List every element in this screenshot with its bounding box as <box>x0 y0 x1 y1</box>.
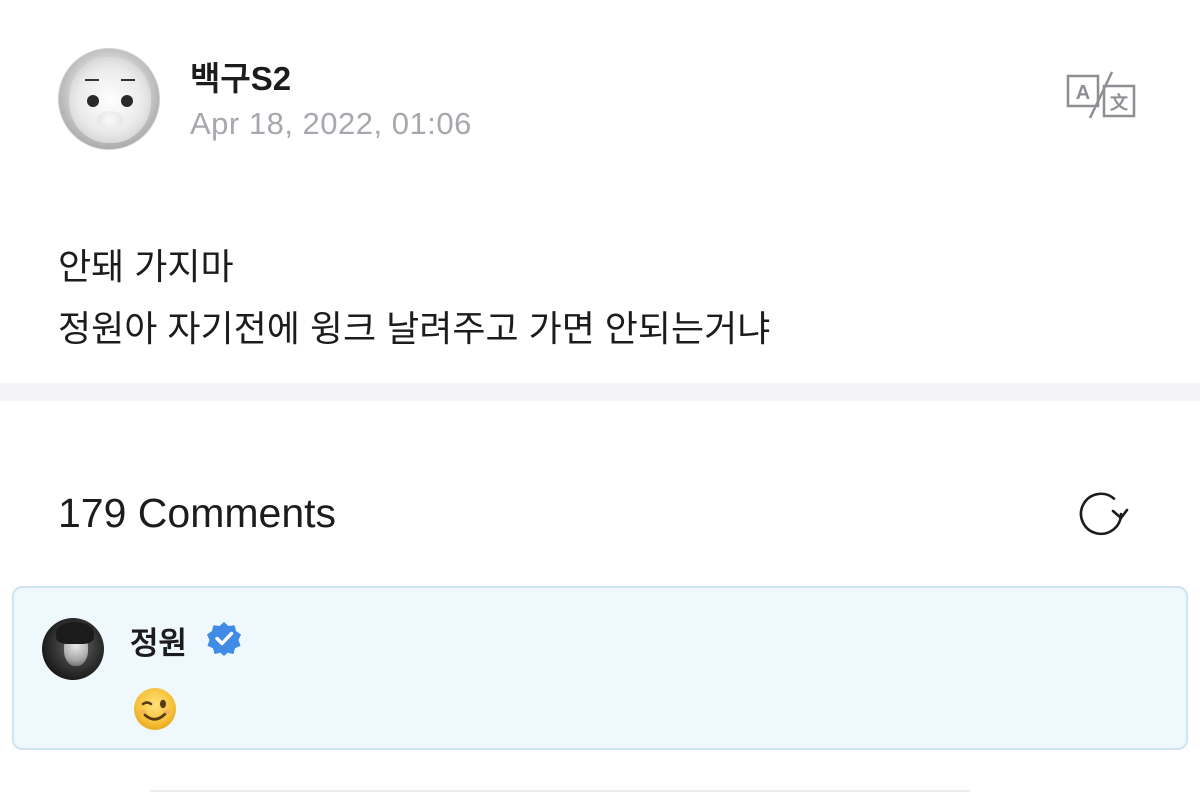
svg-text:A: A <box>1076 82 1090 104</box>
next-comment-separator <box>150 790 970 792</box>
commenter-avatar[interactable] <box>42 618 104 680</box>
avatar-brow-left <box>85 79 99 81</box>
comments-count: 179 Comments <box>58 490 337 536</box>
avatar-eye-right <box>121 95 133 107</box>
svg-text:文: 文 <box>1110 92 1129 114</box>
author-avatar[interactable] <box>58 48 160 150</box>
highlighted-comment[interactable]: 정원 <box>12 586 1188 750</box>
avatar-eye-left <box>87 95 99 107</box>
avatar-fur <box>69 57 151 143</box>
post-body: 안돼 가지마 정원아 자기전에 윙크 날려주고 가면 안되는거냐 <box>58 236 1158 360</box>
post-header: 백구S2 Apr 18, 2022, 01:06 A 文 <box>58 48 1158 158</box>
translate-button[interactable]: A 文 <box>1066 70 1138 124</box>
section-divider <box>0 383 1200 401</box>
translate-icon: A 文 <box>1066 71 1136 119</box>
post-body-line: 안돼 가지마 <box>58 246 234 287</box>
avatar-brow-right <box>121 79 135 81</box>
refresh-comments-button[interactable] <box>1072 485 1130 543</box>
avatar-snout <box>97 111 123 129</box>
post-detail-page: 백구S2 Apr 18, 2022, 01:06 A 文 안돼 가지마 정원아 … <box>0 0 1200 794</box>
refresh-icon <box>1079 492 1129 536</box>
winking-face-emoji <box>132 686 178 732</box>
avatar-hair <box>56 622 94 644</box>
verified-badge-icon <box>206 620 242 656</box>
post-timestamp: Apr 18, 2022, 01:06 <box>190 106 472 141</box>
commenter-name[interactable]: 정원 <box>130 618 187 663</box>
post-body-line: 정원아 자기전에 윙크 날려주고 가면 안되는거냐 <box>58 308 771 349</box>
author-name[interactable]: 백구S2 <box>190 52 291 100</box>
